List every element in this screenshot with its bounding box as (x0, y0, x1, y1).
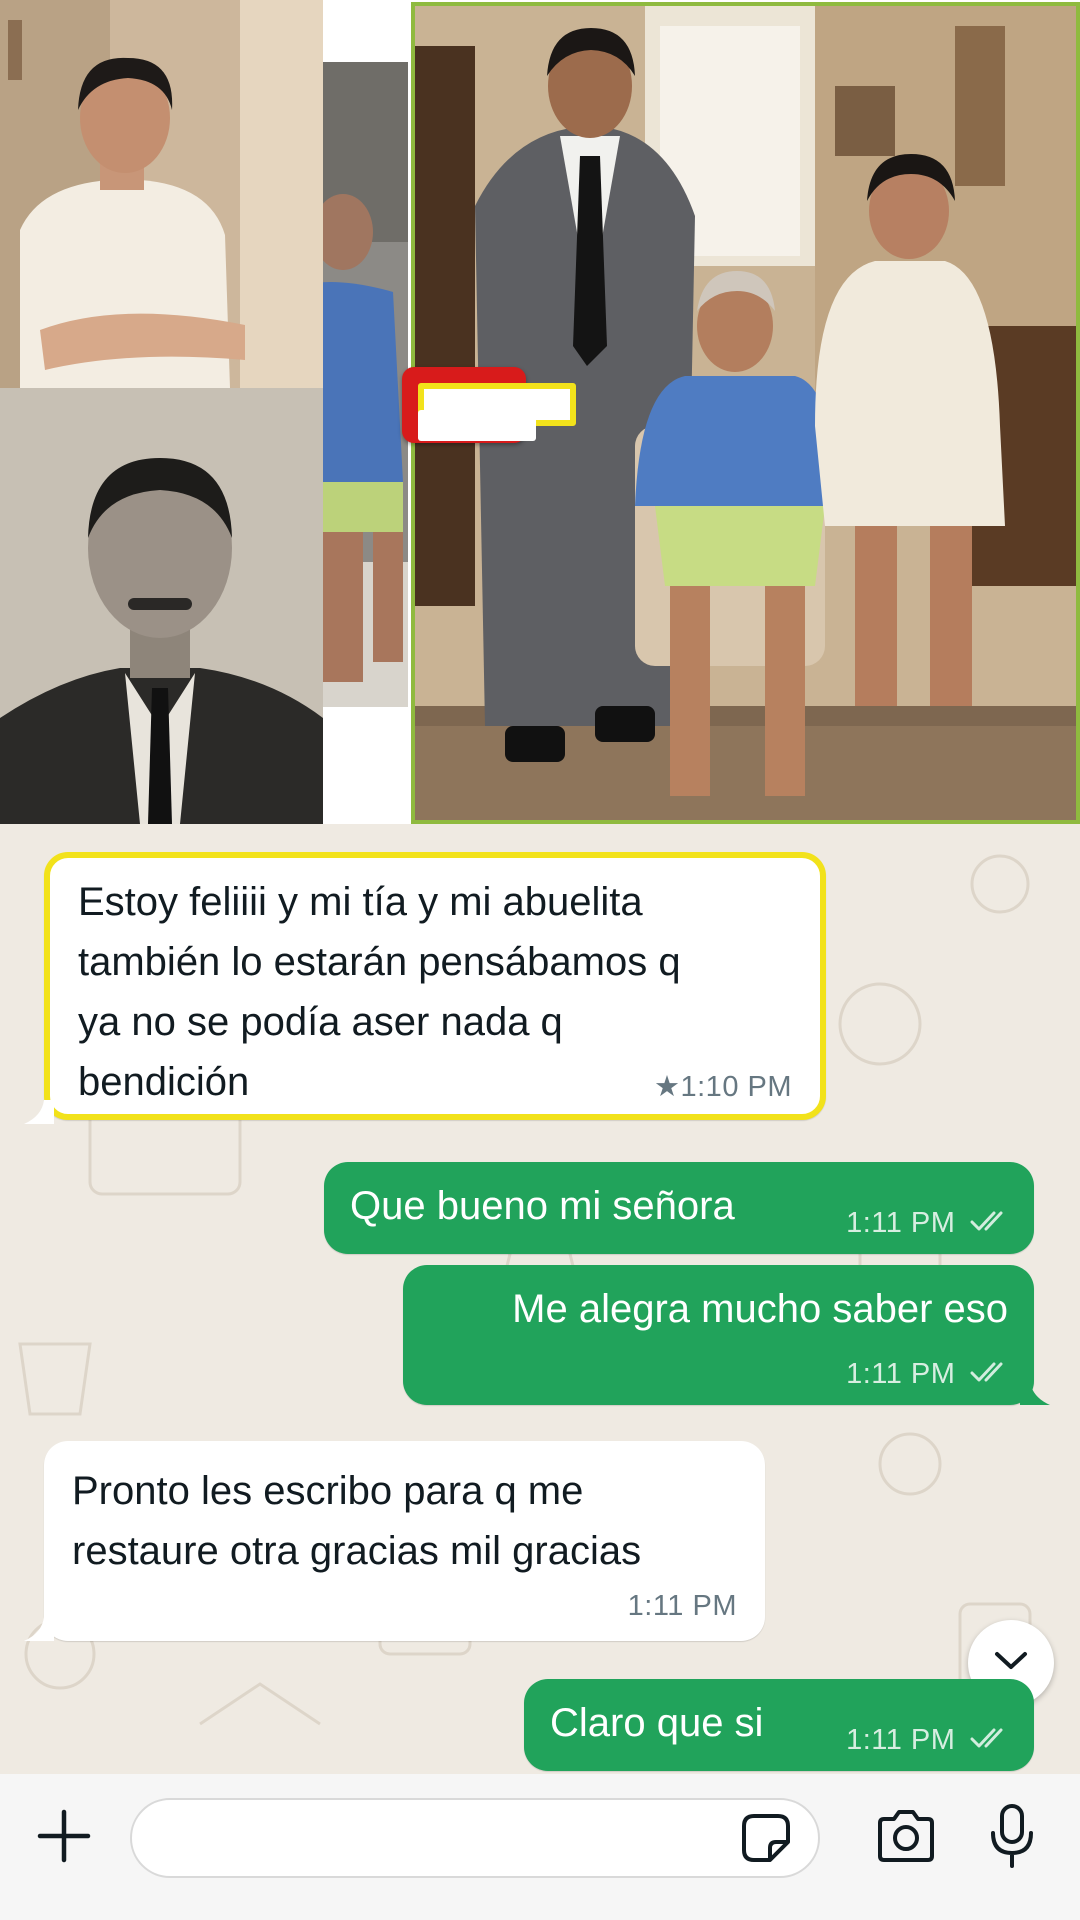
message-bubble-outgoing[interactable]: Me alegra mucho saber eso 1:11 PM (403, 1265, 1034, 1405)
message-bubble-incoming[interactable]: Pronto les escribo para q me restaure ot… (44, 1441, 765, 1641)
camera-icon (874, 1809, 938, 1868)
message-text-field[interactable] (130, 1798, 820, 1878)
sticker-button[interactable] (736, 1808, 796, 1868)
message-time: 1:11 PM (846, 1358, 1010, 1391)
message-time: 1:11 PM (846, 1724, 1010, 1757)
message-time: 1:11 PM (627, 1590, 737, 1622)
camera-button[interactable] (870, 1802, 942, 1874)
aunt-photo (0, 0, 323, 388)
bubble-tail (24, 1100, 54, 1124)
message-bubble-outgoing[interactable]: Claro que si 1:11 PM (524, 1679, 1034, 1771)
microphone-icon (988, 1803, 1036, 1874)
message-input[interactable] (162, 1800, 726, 1878)
grandmother-photo (323, 62, 408, 707)
plus-icon (36, 1808, 92, 1869)
sticker-icon (736, 1814, 796, 1872)
star-icon: ★ (654, 1071, 681, 1103)
message-bubble-incoming[interactable]: Estoy feliiii y mi tía y mi abuelita tam… (44, 852, 826, 1120)
double-check-icon (970, 1358, 1010, 1391)
message-time: 1:11 PM (846, 1207, 1010, 1240)
equals-bar-bottom (418, 410, 536, 441)
photo-collage[interactable] (0, 0, 1080, 824)
message-text: Me alegra mucho saber eso (512, 1287, 1008, 1331)
message-text: Pronto les escribo para q me restaure ot… (72, 1469, 642, 1573)
message-input-bar (0, 1774, 1080, 1920)
double-check-icon (970, 1207, 1010, 1240)
message-time: ★1:10 PM (654, 1071, 792, 1103)
double-check-icon (970, 1724, 1010, 1757)
attach-button[interactable] (28, 1802, 100, 1874)
grandfather-old-photo (0, 388, 323, 824)
message-bubble-outgoing[interactable]: Que bueno mi señora 1:11 PM (324, 1162, 1034, 1254)
bubble-tail (24, 1617, 54, 1641)
bubble-tail (1020, 1381, 1050, 1405)
chevron-down-icon (994, 1651, 1028, 1676)
equals-sign (402, 367, 576, 443)
microphone-button[interactable] (974, 1798, 1050, 1878)
